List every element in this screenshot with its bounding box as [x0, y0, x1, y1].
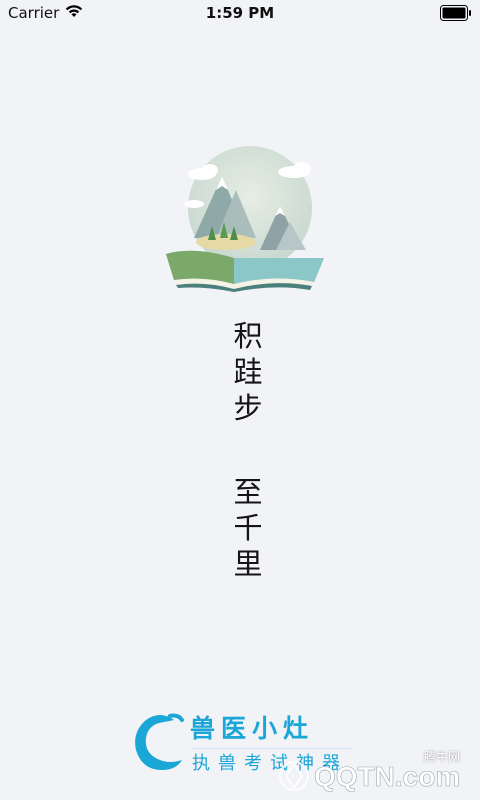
slogan-char: 至 [233, 475, 263, 509]
status-bar: Carrier 1:59 PM [0, 0, 480, 26]
status-time: 1:59 PM [205, 4, 275, 22]
battery-icon [440, 5, 472, 21]
slogan-char: 千 [233, 511, 263, 545]
slogan-char: 跬 [233, 355, 263, 389]
watermark-text: QQTN.com [314, 761, 460, 792]
watermark-logo: QQTN.com [276, 756, 472, 796]
slogan-char: 步 [233, 391, 263, 425]
brand-name: 兽医小灶 [190, 714, 315, 743]
slogan-char: 积 [233, 319, 263, 353]
slogan-char: 里 [233, 547, 263, 581]
brand-logo-icon [130, 710, 186, 774]
slogan: 积 跬 步 至 千 里 [220, 318, 276, 582]
watermark: 腾牛网 QQTN.com [276, 746, 472, 796]
book-landscape-illustration [164, 146, 330, 292]
